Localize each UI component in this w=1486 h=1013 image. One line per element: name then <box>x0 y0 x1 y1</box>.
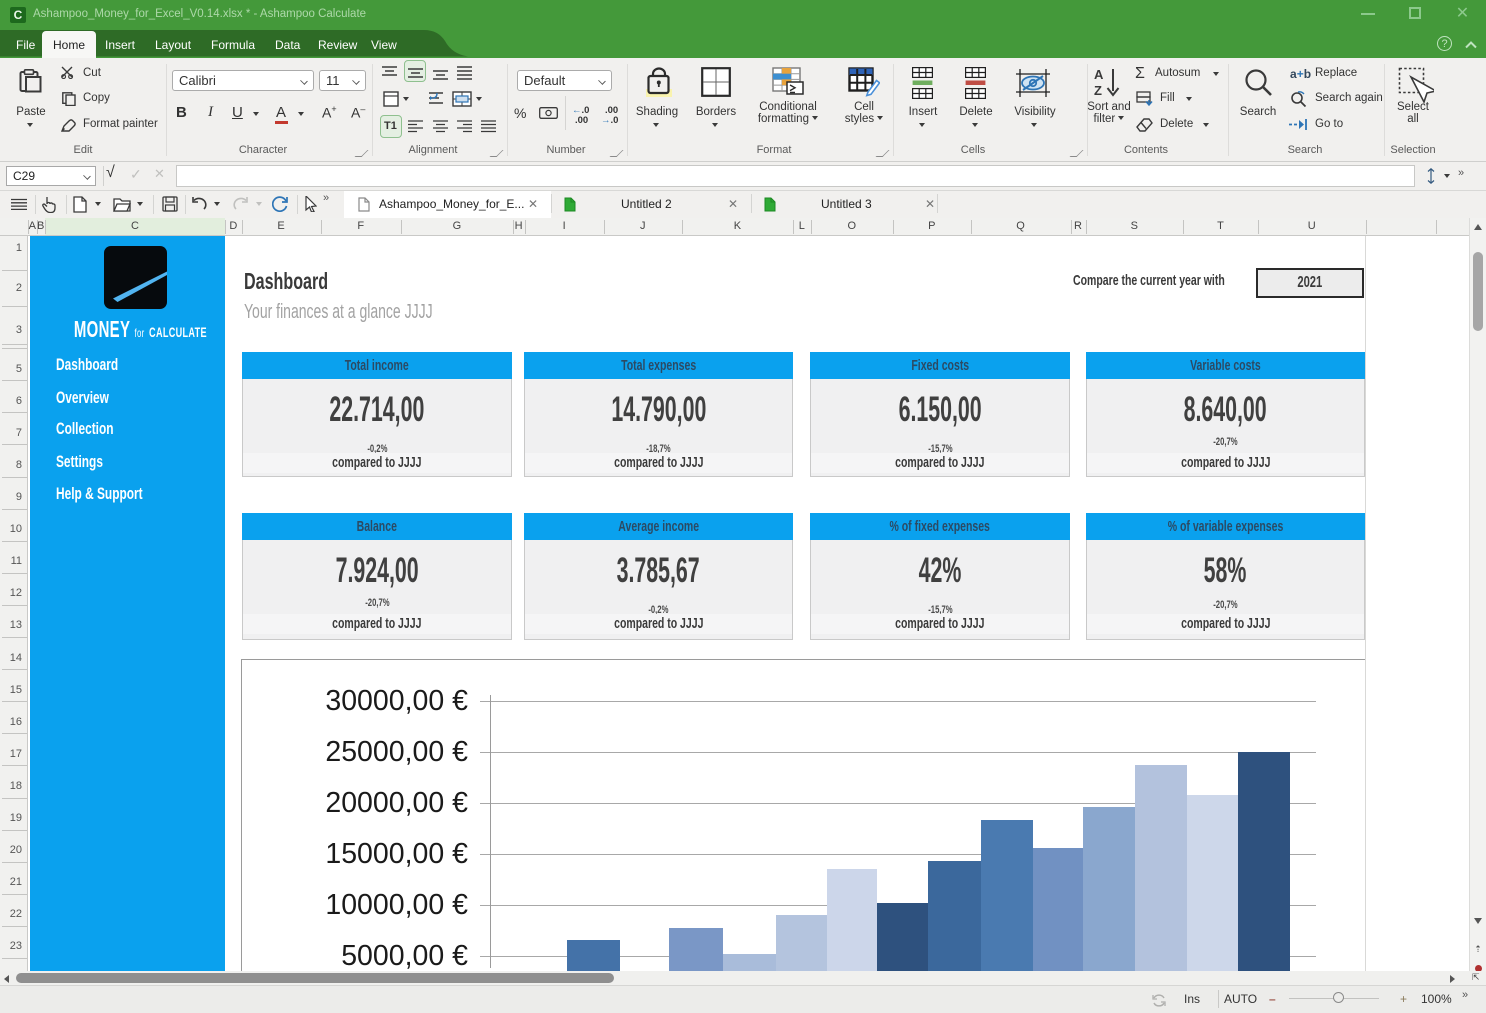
svg-text:A: A <box>1094 67 1104 82</box>
svg-text:Z: Z <box>1094 83 1102 97</box>
